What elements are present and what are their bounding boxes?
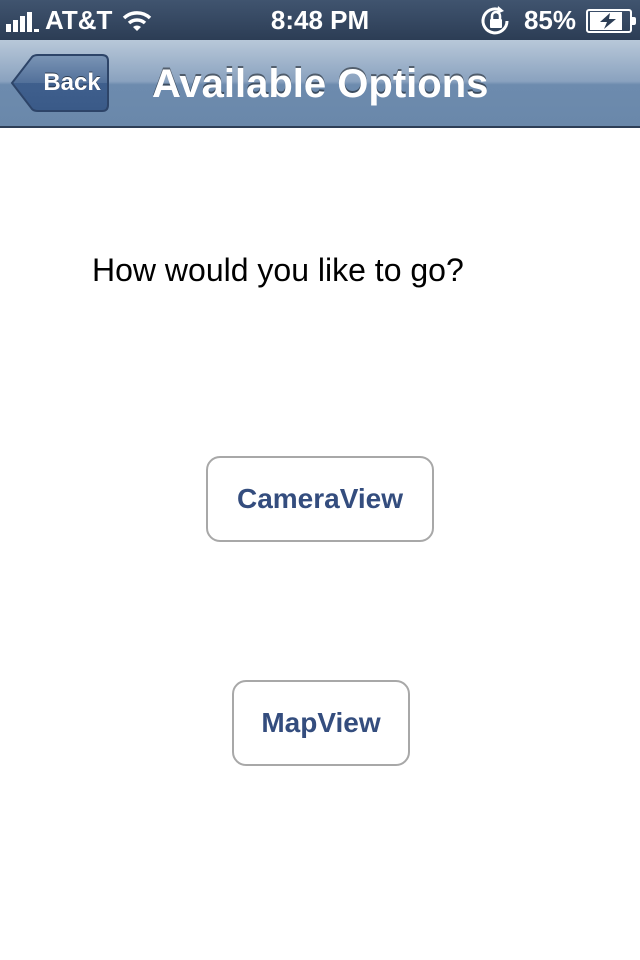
map-view-button-label: MapView	[261, 707, 381, 738]
battery-percent: 85%	[523, 5, 576, 35]
battery-charging-icon	[586, 8, 636, 33]
question-label: How would you like to go?	[92, 252, 464, 288]
camera-view-button[interactable]: CameraView	[206, 456, 434, 542]
back-button[interactable]: Back	[10, 54, 110, 112]
navigation-bar: Back Available Options	[0, 40, 640, 128]
camera-view-button-label: CameraView	[236, 483, 404, 514]
back-button-label: Back	[43, 69, 101, 96]
status-bar: AT&T 8:48 PM 85%	[0, 0, 640, 40]
rotation-lock-icon	[481, 5, 509, 34]
status-right: 85%	[480, 5, 636, 36]
page-title: Available Options	[152, 62, 489, 106]
map-view-button[interactable]: MapView	[232, 680, 410, 766]
